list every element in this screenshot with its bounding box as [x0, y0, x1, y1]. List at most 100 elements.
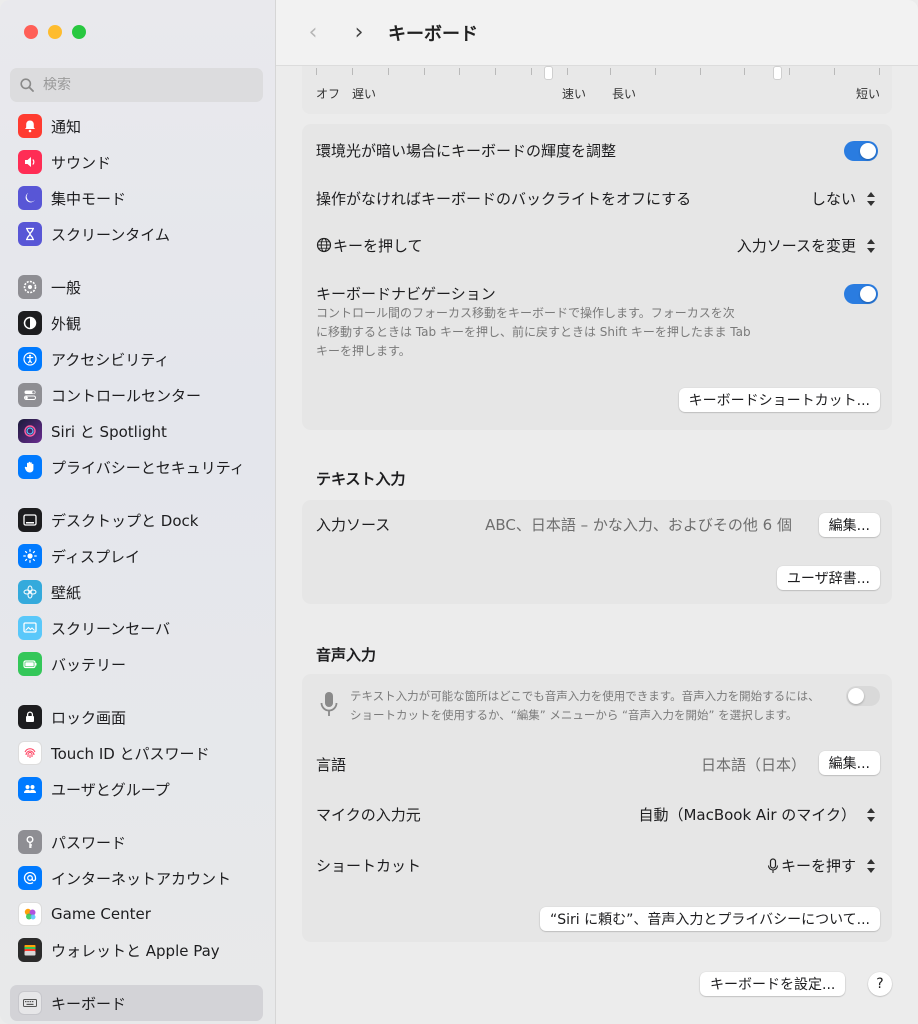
- dictation-desc-line: ショートカットを使用するか、“編集” メニューから “音声入力を開始” を選択し…: [350, 708, 798, 722]
- search-field[interactable]: [10, 68, 263, 102]
- sidebar-item-label: Touch ID とパスワード: [51, 744, 210, 763]
- dictation-language-label: 言語: [316, 756, 347, 774]
- sidebar-item-label: プライバシーとセキュリティ: [51, 458, 245, 477]
- text-input-card: 入力ソース ABC、日本語 – かな入力、およびその他 6 個 編集... ユー…: [302, 500, 892, 604]
- input-sources-row: 入力ソース ABC、日本語 – かな入力、およびその他 6 個: [316, 514, 878, 535]
- siri-privacy-button[interactable]: “Siri に頼む”、音声入力とプライバシーについて...: [539, 907, 880, 931]
- dictation-card: テキスト入力が可能な箇所はどこでも音声入力を使用できます。音声入力を開始するには…: [302, 674, 892, 942]
- microphone-source-label: マイクの入力元: [316, 806, 421, 824]
- sidebar-item-lock-screen[interactable]: ロック画面: [10, 699, 263, 735]
- sidebar-item-privacy[interactable]: プライバシーとセキュリティ: [10, 449, 263, 485]
- chevron-updown-icon: [864, 236, 878, 256]
- siri-icon: [18, 419, 42, 443]
- sidebar-item-label: 一般: [51, 278, 82, 297]
- key-icon: [18, 830, 42, 854]
- keyboard-icon: [18, 991, 42, 1015]
- sidebar-item-label: デスクトップと Dock: [51, 511, 199, 530]
- sidebar-item-label: スクリーンタイム: [51, 225, 170, 244]
- sidebar-item-label: スクリーンセーバ: [51, 619, 171, 638]
- sidebar-item-screensaver[interactable]: スクリーンセーバ: [10, 610, 263, 646]
- sidebar-item-appearance[interactable]: 外観: [10, 305, 263, 341]
- keyboard-nav-description: コントロール間のフォーカス移動をキーボードで操作します。フォーカスを次 に移動す…: [316, 304, 816, 361]
- delay-slider-thumb[interactable]: [773, 66, 783, 80]
- sidebar-item-battery[interactable]: バッテリー: [10, 646, 263, 682]
- appearance-icon: [18, 311, 42, 335]
- repeat-rate-fast-label: 速い: [562, 87, 587, 101]
- sidebar-item-desktop-dock[interactable]: デスクトップと Dock: [10, 502, 263, 538]
- dictation-desc-line: テキスト入力が可能な箇所はどこでも音声入力を使用できます。音声入力を開始するには…: [350, 689, 820, 703]
- lock-icon: [18, 705, 42, 729]
- sidebar-item-label: ロック画面: [51, 708, 127, 727]
- sidebar-item-sound[interactable]: サウンド: [10, 144, 263, 180]
- sidebar-item-game-center[interactable]: Game Center: [10, 896, 263, 932]
- traffic-lights: [24, 25, 86, 39]
- close-window-button[interactable]: [24, 25, 38, 39]
- repeat-rate-slider-thumb[interactable]: [543, 66, 553, 80]
- page-title: キーボード: [388, 23, 478, 45]
- sidebar-divider: [10, 682, 263, 699]
- microphone-source-value: 自動（MacBook Air のマイク）: [638, 806, 856, 824]
- minimize-window-button[interactable]: [48, 25, 62, 39]
- dictation-toggle[interactable]: [846, 686, 880, 706]
- microphone-icon: [320, 692, 338, 716]
- sidebar-item-screen-time[interactable]: スクリーンタイム: [10, 216, 263, 252]
- sidebar-item-wallet[interactable]: ウォレットと Apple Pay: [10, 932, 263, 968]
- sidebar-item-focus[interactable]: 集中モード: [10, 180, 263, 216]
- help-button[interactable]: ?: [868, 972, 892, 996]
- chevron-right-icon[interactable]: ›: [346, 20, 372, 45]
- sidebar-item-internet-accounts[interactable]: インターネットアカウント: [10, 860, 263, 896]
- sidebar-item-users-groups[interactable]: ユーザとグループ: [10, 771, 263, 807]
- sidebar-item-passwords[interactable]: パスワード: [10, 824, 263, 860]
- sidebar-item-label: インターネットアカウント: [51, 869, 232, 888]
- sidebar-item-wallpaper[interactable]: 壁紙: [10, 574, 263, 610]
- microphone-source-popup[interactable]: 自動（MacBook Air のマイク）: [638, 804, 878, 825]
- sidebar-item-label: サウンド: [51, 153, 112, 172]
- sidebar-item-general[interactable]: 一般: [10, 269, 263, 305]
- sidebar-item-label: バッテリー: [51, 655, 127, 674]
- backlight-label: 操作がなければキーボードのバックライトをオフにする: [316, 190, 692, 208]
- dictation-language-row: 言語 日本語（日本）: [316, 754, 878, 775]
- sidebar-item-label: コントロールセンター: [51, 386, 202, 405]
- repeat-rate-ticks: [316, 68, 568, 76]
- sidebar-item-siri-spotlight[interactable]: Siri と Spotlight: [10, 413, 263, 449]
- dictation-shortcut-popup[interactable]: キーを押す: [767, 855, 878, 876]
- keyboard-nav-label: キーボードナビゲーション: [316, 285, 496, 303]
- sidebar-item-accessibility[interactable]: アクセシビリティ: [10, 341, 263, 377]
- sidebar-item-displays[interactable]: ディスプレイ: [10, 538, 263, 574]
- sidebar-item-keyboard[interactable]: キーボード: [10, 985, 263, 1021]
- brightness-row: 環境光が暗い場合にキーボードの輝度を調整: [316, 140, 878, 161]
- backlight-popup[interactable]: しない: [811, 188, 878, 209]
- user-dictionary-button[interactable]: ユーザ辞書...: [776, 566, 880, 590]
- globe-key-popup[interactable]: 入力ソースを変更: [737, 235, 878, 256]
- flower-icon: [18, 580, 42, 604]
- setup-keyboard-button[interactable]: キーボードを設定...: [700, 972, 846, 996]
- keyboard-nav-toggle[interactable]: [844, 283, 878, 304]
- sidebar-item-label: 集中モード: [51, 189, 127, 208]
- sidebar-item-control-center[interactable]: コントロールセンター: [10, 377, 263, 413]
- chevron-updown-icon: [864, 856, 878, 876]
- sidebar-item-label: アクセシビリティ: [51, 350, 170, 369]
- chevron-left-icon[interactable]: ‹: [300, 20, 326, 45]
- zoom-window-button[interactable]: [72, 25, 86, 39]
- sidebar-item-label: ディスプレイ: [51, 547, 140, 566]
- bell-icon: [18, 114, 42, 138]
- globe-key-label: キーを押して: [316, 235, 423, 256]
- text-input-section-title: テキスト入力: [316, 470, 406, 488]
- keyboard-nav-row: キーボードナビゲーション: [316, 283, 878, 304]
- control-center-icon: [18, 383, 42, 407]
- key-repeat-sliders: オフ 遅い 速い 長い 短い: [302, 66, 892, 114]
- search-input[interactable]: [43, 77, 243, 93]
- sidebar-item-label: 外観: [51, 314, 82, 333]
- backlight-value: しない: [810, 190, 856, 208]
- gear-icon: [18, 275, 42, 299]
- brightness-toggle[interactable]: [844, 140, 878, 161]
- repeat-rate-slow-label: 遅い: [352, 87, 377, 101]
- keyboard-shortcuts-button[interactable]: キーボードショートカット...: [678, 388, 880, 412]
- sidebar: 通知 サウンド 集中モード スクリーンタイム: [0, 0, 276, 1024]
- sidebar-item-touch-id[interactable]: Touch ID とパスワード: [10, 735, 263, 771]
- wallet-icon: [18, 938, 42, 962]
- microphone-source-row: マイクの入力元 自動（MacBook Air のマイク）: [316, 804, 878, 825]
- input-sources-edit-button[interactable]: 編集...: [818, 513, 880, 537]
- dictation-language-edit-button[interactable]: 編集...: [818, 751, 880, 775]
- sidebar-item-notifications[interactable]: 通知: [10, 108, 263, 144]
